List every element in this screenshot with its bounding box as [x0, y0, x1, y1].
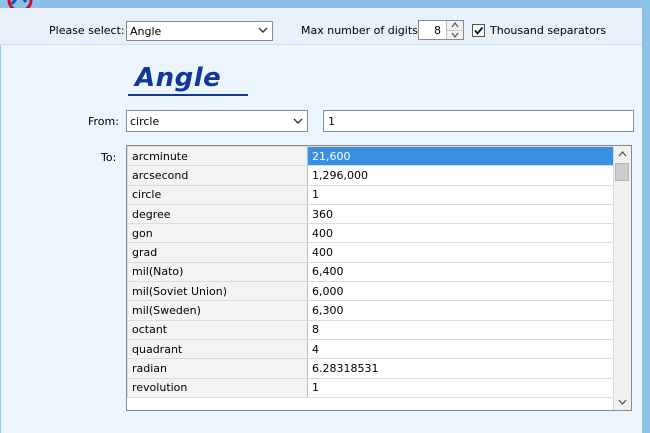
table-row[interactable]: octant 8	[127, 319, 616, 340]
spin-down-icon[interactable]	[447, 31, 463, 40]
table-row[interactable]: mil(Nato) 6,400	[127, 261, 616, 283]
result-unit-cell: arcsecond	[127, 165, 308, 186]
result-value-cell[interactable]: 6,000	[307, 281, 616, 302]
result-unit-cell: circle	[127, 184, 308, 205]
from-value-input[interactable]: 1	[323, 110, 634, 132]
result-value-cell[interactable]: 6,400	[307, 261, 616, 283]
result-value-cell[interactable]: 1	[307, 377, 616, 398]
table-row[interactable]: grad 400	[127, 242, 616, 263]
result-value-cell[interactable]: 1	[307, 184, 616, 205]
result-unit-cell: quadrant	[127, 338, 308, 360]
from-unit-value: circle	[130, 115, 160, 128]
table-row[interactable]: arcminute 21,600	[127, 146, 616, 167]
result-value-cell[interactable]: 21,600	[307, 146, 616, 167]
from-unit-select[interactable]: circle	[126, 110, 308, 132]
result-value-cell[interactable]: 6,300	[307, 300, 616, 321]
table-row[interactable]: degree 360	[127, 203, 616, 225]
result-value-cell[interactable]: 4	[307, 338, 616, 360]
chevron-down-icon	[293, 118, 303, 124]
result-unit-cell: gon	[127, 223, 308, 244]
from-value-text: 1	[328, 115, 335, 128]
result-value-cell[interactable]: 360	[307, 203, 616, 225]
result-unit-cell: radian	[127, 358, 308, 379]
table-row[interactable]: arcsecond 1,296,000	[127, 165, 616, 186]
max-digits-label: Max number of digits:	[301, 24, 422, 37]
result-value-cell[interactable]: 400	[307, 242, 616, 263]
scroll-down-icon[interactable]	[614, 393, 631, 410]
check-icon	[474, 26, 484, 35]
result-value-cell[interactable]: 6.28318531	[307, 358, 616, 379]
table-row[interactable]: revolution 1	[127, 377, 616, 398]
thousand-separators-checkbox[interactable]	[472, 24, 485, 37]
thousand-separators-label: Thousand separators	[490, 24, 607, 37]
stepper-buttons	[446, 21, 463, 39]
results-scrollbar[interactable]	[613, 146, 631, 410]
result-value-cell[interactable]: 1,296,000	[307, 165, 616, 186]
category-select[interactable]: Angle	[126, 21, 273, 41]
from-label: From:	[88, 115, 119, 128]
results-grid[interactable]: arcminute 21,600 arcsecond 1,296,000 circle 1…	[126, 145, 632, 411]
result-unit-cell: degree	[127, 203, 308, 225]
chevron-down-icon	[258, 27, 268, 33]
category-value: Angle	[130, 25, 162, 38]
result-unit-cell: arcminute	[127, 146, 308, 167]
max-digits-value: 8	[434, 24, 441, 37]
result-value-cell[interactable]: 8	[307, 319, 616, 340]
max-digits-stepper[interactable]: 8	[418, 20, 464, 40]
table-row[interactable]: mil(Soviet Union) 6,000	[127, 281, 616, 302]
scrollbar-thumb[interactable]	[615, 163, 629, 181]
table-row[interactable]: gon 400	[127, 223, 616, 244]
scroll-up-icon[interactable]	[614, 146, 631, 163]
select-label: Please select:	[49, 24, 125, 37]
table-row[interactable]: radian 6.28318531	[127, 358, 616, 379]
table-row[interactable]: mil(Sweden) 6,300	[127, 300, 616, 321]
result-value-cell[interactable]: 400	[307, 223, 616, 244]
result-unit-cell: mil(Nato)	[127, 261, 308, 283]
window-frame-right	[642, 0, 650, 433]
result-unit-cell: mil(Sweden)	[127, 300, 308, 321]
table-row[interactable]: circle 1	[127, 184, 616, 205]
to-label: To:	[101, 151, 117, 164]
window-frame-top	[0, 0, 650, 8]
result-unit-cell: mil(Soviet Union)	[127, 281, 308, 302]
results-table: arcminute 21,600 arcsecond 1,296,000 circle 1…	[127, 146, 616, 398]
spin-up-icon[interactable]	[447, 21, 463, 31]
result-unit-cell: octant	[127, 319, 308, 340]
result-unit-cell: revolution	[127, 377, 308, 398]
title-underline	[128, 94, 248, 96]
table-row[interactable]: quadrant 4	[127, 338, 616, 360]
result-unit-cell: grad	[127, 242, 308, 263]
page-title: Angle	[135, 63, 222, 93]
